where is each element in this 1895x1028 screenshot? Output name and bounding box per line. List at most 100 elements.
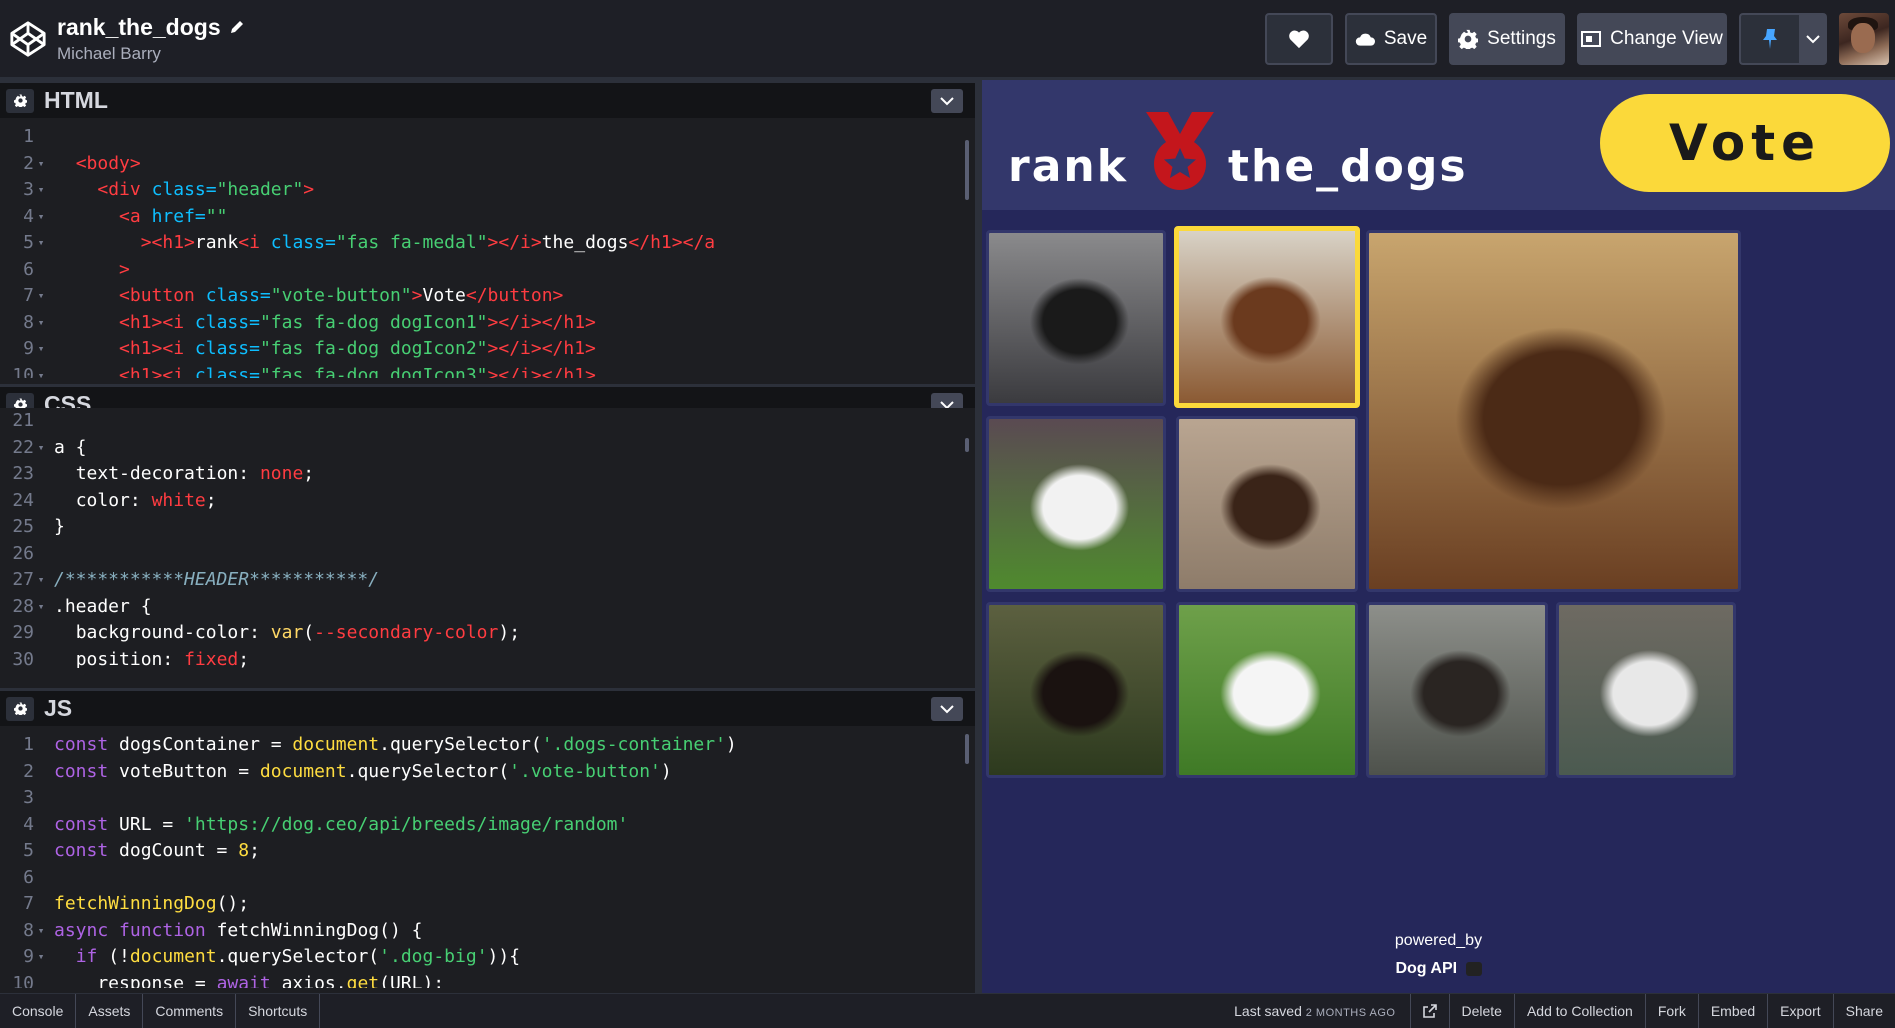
code-line[interactable]: 4 ▾ <a href="" xyxy=(0,204,975,231)
change-view-label: Change View xyxy=(1610,28,1723,49)
fold-gutter xyxy=(34,732,48,759)
shortcuts-button[interactable]: Shortcuts xyxy=(236,994,321,1028)
code-line[interactable]: 2 ▾ <body> xyxy=(0,151,975,178)
code-line[interactable]: 3 ▾ <div class="header"> xyxy=(0,177,975,204)
code-line[interactable]: 1 const dogsContainer = document.querySel… xyxy=(0,732,975,759)
code-line[interactable]: 6 xyxy=(0,865,975,892)
fold-arrow-icon[interactable]: ▾ xyxy=(34,204,48,231)
fold-arrow-icon[interactable]: ▾ xyxy=(34,310,48,337)
delete-button[interactable]: Delete xyxy=(1448,994,1514,1028)
embed-button[interactable]: Embed xyxy=(1697,994,1767,1028)
dog-card[interactable] xyxy=(1366,602,1548,778)
dog-photo xyxy=(1369,605,1545,775)
fold-arrow-icon[interactable]: ▾ xyxy=(34,918,48,945)
code-line[interactable]: 3 xyxy=(0,785,975,812)
line-number: 5 xyxy=(23,840,34,861)
code-line[interactable]: 27 ▾ /***********HEADER***********/ xyxy=(0,567,975,594)
code-line[interactable]: 5 const dogCount = 8; xyxy=(0,838,975,865)
pen-title[interactable]: rank_the_dogs xyxy=(57,14,221,41)
user-avatar[interactable] xyxy=(1839,13,1889,65)
code-line[interactable]: 8 ▾ <h1><i class="fas fa-dog dogIcon1"></… xyxy=(0,310,975,337)
pen-author[interactable]: Michael Barry xyxy=(57,44,245,64)
code-line[interactable]: 21 xyxy=(0,408,975,435)
js-settings-button[interactable] xyxy=(6,696,34,721)
add-to-collection-button[interactable]: Add to Collection xyxy=(1513,994,1645,1028)
html-code-area[interactable]: 1 2 ▾ <body> 3 ▾ <div class="header"> 4 ▾ <a h… xyxy=(0,118,975,378)
js-code-area[interactable]: 1 const dogsContainer = document.querySel… xyxy=(0,726,975,988)
fold-arrow-icon[interactable]: ▾ xyxy=(34,283,48,310)
html-collapse-button[interactable] xyxy=(931,89,963,113)
share-button[interactable]: Share xyxy=(1832,994,1895,1028)
comments-button[interactable]: Comments xyxy=(143,994,237,1028)
fold-arrow-icon[interactable]: ▾ xyxy=(34,944,48,971)
code-line[interactable]: 29 background-color: var(--secondary-col… xyxy=(0,620,975,647)
code-line[interactable]: 7 fetchWinningDog(); xyxy=(0,891,975,918)
fold-arrow-icon[interactable]: ▾ xyxy=(34,567,48,594)
code-line[interactable]: 23 text-decoration: none; xyxy=(0,461,975,488)
dog-card[interactable] xyxy=(986,602,1166,778)
code-line[interactable]: 30 position: fixed; xyxy=(0,647,975,669)
code-line[interactable]: 22 ▾ a { xyxy=(0,435,975,462)
settings-button[interactable]: Settings xyxy=(1449,13,1565,65)
brand-logo[interactable]: rank the_dogs xyxy=(1008,112,1468,206)
fold-arrow-icon[interactable]: ▾ xyxy=(34,363,48,379)
code-line[interactable]: 24 color: white; xyxy=(0,488,975,515)
fold-arrow-icon[interactable]: ▾ xyxy=(34,177,48,204)
code-line[interactable]: 26 xyxy=(0,541,975,568)
fold-arrow-icon[interactable]: ▾ xyxy=(34,336,48,363)
change-view-button[interactable]: Change View xyxy=(1577,13,1727,65)
fold-arrow-icon[interactable]: ▾ xyxy=(34,230,48,257)
code-line[interactable]: 8 ▾ async function fetchWinningDog() { xyxy=(0,918,975,945)
like-button[interactable] xyxy=(1265,13,1333,65)
fold-arrow-icon[interactable]: ▾ xyxy=(34,594,48,621)
preview-pane: rank the_dogs Vote powered_by Dog API xyxy=(982,80,1895,993)
code-line[interactable]: 7 ▾ <button class="vote-button">Vote</but… xyxy=(0,283,975,310)
code-line[interactable]: 10 ▾ <h1><i class="fas fa-dog dogIcon3"><… xyxy=(0,363,975,379)
dog-card-winner[interactable] xyxy=(1174,226,1360,408)
code-text: async function fetchWinningDog() { xyxy=(54,919,423,941)
dog-card[interactable] xyxy=(986,230,1166,406)
console-button[interactable]: Console xyxy=(0,994,77,1028)
code-line[interactable]: 5 ▾ ><h1>rank<i class="fas fa-medal"></i>… xyxy=(0,230,975,257)
dog-card-big[interactable] xyxy=(1366,230,1741,592)
fold-arrow-icon[interactable]: ▾ xyxy=(34,151,48,178)
dog-card[interactable] xyxy=(986,416,1166,592)
code-text: const voteButton = document.querySelecto… xyxy=(54,760,672,782)
chevron-down-icon xyxy=(940,704,954,713)
code-line[interactable]: 6 > xyxy=(0,257,975,284)
open-external-button[interactable] xyxy=(1409,994,1449,1028)
export-button[interactable]: Export xyxy=(1767,994,1832,1028)
code-line[interactable]: 9 ▾ if (!document.querySelector('.dog-big… xyxy=(0,944,975,971)
css-scrollbar[interactable] xyxy=(965,438,969,452)
save-button[interactable]: Save xyxy=(1345,13,1437,65)
code-line[interactable]: 2 const voteButton = document.querySelect… xyxy=(0,759,975,786)
code-line[interactable]: 1 xyxy=(0,124,975,151)
fold-arrow-icon[interactable]: ▾ xyxy=(34,435,48,462)
code-line[interactable]: 4 const URL = 'https://dog.ceo/api/breeds… xyxy=(0,812,975,839)
top-actions: Save Settings Change View xyxy=(1265,13,1895,65)
codepen-logo-icon[interactable] xyxy=(9,20,47,58)
pin-button[interactable] xyxy=(1739,13,1799,65)
code-line[interactable]: 28 ▾ .header { xyxy=(0,594,975,621)
code-text: } xyxy=(54,516,65,537)
code-line[interactable]: 9 ▾ <h1><i class="fas fa-dog dogIcon2"></… xyxy=(0,336,975,363)
assets-button[interactable]: Assets xyxy=(76,994,144,1028)
fold-gutter xyxy=(34,812,48,839)
html-scrollbar[interactable] xyxy=(965,140,969,200)
dog-card[interactable] xyxy=(1176,602,1358,778)
css-code-area[interactable]: 21 22 ▾ a {23 text-decoration: none; 24 colo… xyxy=(0,408,975,668)
fork-button[interactable]: Fork xyxy=(1644,994,1698,1028)
edit-pencil-icon[interactable] xyxy=(229,19,245,35)
pin-dropdown-button[interactable] xyxy=(1799,13,1827,65)
dog-card[interactable] xyxy=(1176,416,1358,592)
code-line[interactable]: 25} xyxy=(0,514,975,541)
code-line[interactable]: 10 response = await axios.get(URL); xyxy=(0,971,975,989)
js-collapse-button[interactable] xyxy=(931,697,963,721)
dog-api-link[interactable]: Dog API xyxy=(982,960,1895,978)
resize-divider[interactable] xyxy=(975,80,982,993)
vote-button[interactable]: Vote xyxy=(1600,94,1890,192)
html-settings-button[interactable] xyxy=(6,88,34,113)
dog-card[interactable] xyxy=(1556,602,1736,778)
js-scrollbar[interactable] xyxy=(965,734,969,764)
